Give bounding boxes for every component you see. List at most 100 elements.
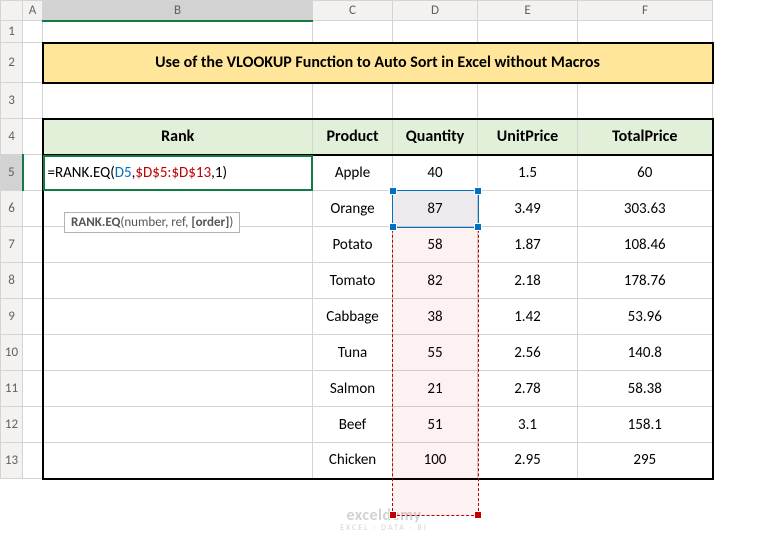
cell-B5[interactable]: =RANK.EQ(D5,$D$5:$D$13,1) <box>43 155 313 191</box>
cell-C7[interactable]: Potato <box>313 227 393 263</box>
header-unitprice[interactable]: UnitPrice <box>478 119 578 155</box>
row-header-2[interactable]: 2 <box>1 43 23 83</box>
cell-C6[interactable]: Orange <box>313 191 393 227</box>
cell-F5[interactable]: 60 <box>578 155 713 191</box>
row-header-8[interactable]: 8 <box>1 263 23 299</box>
cell-D10[interactable]: 55 <box>393 335 478 371</box>
cell-A7[interactable] <box>23 227 43 263</box>
cell-E8[interactable]: 2.18 <box>478 263 578 299</box>
row-header-6[interactable]: 6 <box>1 191 23 227</box>
cell-E10[interactable]: 2.56 <box>478 335 578 371</box>
cell-A11[interactable] <box>23 371 43 407</box>
cell-D11[interactable]: 21 <box>393 371 478 407</box>
cell-F10[interactable]: 140.8 <box>578 335 713 371</box>
cell-C8[interactable]: Tomato <box>313 263 393 299</box>
cell-B11[interactable] <box>43 371 313 407</box>
cell-B8[interactable] <box>43 263 313 299</box>
col-header-D[interactable]: D <box>393 1 478 21</box>
cell-E5[interactable]: 1.5 <box>478 155 578 191</box>
header-totalprice[interactable]: TotalPrice <box>578 119 713 155</box>
cell-F13[interactable]: 295 <box>578 443 713 479</box>
row-header-4[interactable]: 4 <box>1 119 23 155</box>
cell-F12[interactable]: 158.1 <box>578 407 713 443</box>
col-header-E[interactable]: E <box>478 1 578 21</box>
cell-B12[interactable] <box>43 407 313 443</box>
cell-F8[interactable]: 178.76 <box>578 263 713 299</box>
col-header-F[interactable]: F <box>578 1 713 21</box>
cell-D3[interactable] <box>393 83 478 119</box>
cell-C5[interactable]: Apple <box>313 155 393 191</box>
cell-F9[interactable]: 53.96 <box>578 299 713 335</box>
cell-A10[interactable] <box>23 335 43 371</box>
row-header-9[interactable]: 9 <box>1 299 23 335</box>
cell-F7[interactable]: 108.46 <box>578 227 713 263</box>
row-header-7[interactable]: 7 <box>1 227 23 263</box>
cell-D6[interactable]: 87 <box>393 191 478 227</box>
row-header-13[interactable]: 13 <box>1 443 23 479</box>
cell-C12[interactable]: Beef <box>313 407 393 443</box>
cell-A4[interactable] <box>23 119 43 155</box>
range-corner-icon <box>474 511 482 519</box>
cell-A9[interactable] <box>23 299 43 335</box>
cell-B10[interactable] <box>43 335 313 371</box>
formula-tooltip[interactable]: RANK.EQ(number, ref, [order]) <box>64 212 240 233</box>
col-header-A[interactable]: A <box>23 1 43 21</box>
title-cell[interactable]: Use of the VLOOKUP Function to Auto Sort… <box>43 43 713 83</box>
cell-E11[interactable]: 2.78 <box>478 371 578 407</box>
cell-A8[interactable] <box>23 263 43 299</box>
range-corner-icon <box>389 511 397 519</box>
cell-F11[interactable]: 58.38 <box>578 371 713 407</box>
cell-D12[interactable]: 51 <box>393 407 478 443</box>
cell-D8[interactable]: 82 <box>393 263 478 299</box>
header-product[interactable]: Product <box>313 119 393 155</box>
row-header-10[interactable]: 10 <box>1 335 23 371</box>
cell-C10[interactable]: Tuna <box>313 335 393 371</box>
header-quantity[interactable]: Quantity <box>393 119 478 155</box>
cell-D7[interactable]: 58 <box>393 227 478 263</box>
cell-D5[interactable]: 40 <box>393 155 478 191</box>
cell-corner-icon <box>474 223 482 231</box>
row-header-5[interactable]: 5 <box>1 155 23 191</box>
cell-F6[interactable]: 303.63 <box>578 191 713 227</box>
cell-E7[interactable]: 1.87 <box>478 227 578 263</box>
cell-A6[interactable] <box>23 191 43 227</box>
cell-A12[interactable] <box>23 407 43 443</box>
row-header-11[interactable]: 11 <box>1 371 23 407</box>
cell-E6[interactable]: 3.49 <box>478 191 578 227</box>
cell-D13[interactable]: 100 <box>393 443 478 479</box>
cell-B9[interactable] <box>43 299 313 335</box>
cell-A13[interactable] <box>23 443 43 479</box>
cell-A3[interactable] <box>23 83 43 119</box>
cell-B13[interactable] <box>43 443 313 479</box>
cell-A1[interactable] <box>23 21 43 43</box>
tooltip-sig: (number, ref, <box>120 215 191 230</box>
cell-C13[interactable]: Chicken <box>313 443 393 479</box>
spreadsheet-grid[interactable]: A B C D E F 1 2 Use of the VLOOKUP Funct… <box>0 0 714 480</box>
cell-A5[interactable] <box>23 155 43 191</box>
cell-E1[interactable] <box>478 21 578 43</box>
cell-F3[interactable] <box>578 83 713 119</box>
tooltip-opt[interactable]: [order] <box>191 215 229 230</box>
col-header-C[interactable]: C <box>313 1 393 21</box>
cell-B1[interactable] <box>43 21 313 43</box>
cell-B3[interactable] <box>43 83 313 119</box>
cell-C11[interactable]: Salmon <box>313 371 393 407</box>
cell-E12[interactable]: 3.1 <box>478 407 578 443</box>
cell-C1[interactable] <box>313 21 393 43</box>
col-header-B[interactable]: B <box>43 1 313 21</box>
row-header-1[interactable]: 1 <box>1 21 23 43</box>
cell-D1[interactable] <box>393 21 478 43</box>
row-header-12[interactable]: 12 <box>1 407 23 443</box>
select-all-corner[interactable] <box>1 1 23 21</box>
cell-E13[interactable]: 2.95 <box>478 443 578 479</box>
cell-A2[interactable] <box>23 43 43 83</box>
cell-C3[interactable] <box>313 83 393 119</box>
cell-D9[interactable]: 38 <box>393 299 478 335</box>
tooltip-fn-name[interactable]: RANK.EQ <box>71 215 120 230</box>
cell-C9[interactable]: Cabbage <box>313 299 393 335</box>
cell-F1[interactable] <box>578 21 713 43</box>
row-header-3[interactable]: 3 <box>1 83 23 119</box>
cell-E3[interactable] <box>478 83 578 119</box>
header-rank[interactable]: Rank <box>43 119 313 155</box>
cell-E9[interactable]: 1.42 <box>478 299 578 335</box>
